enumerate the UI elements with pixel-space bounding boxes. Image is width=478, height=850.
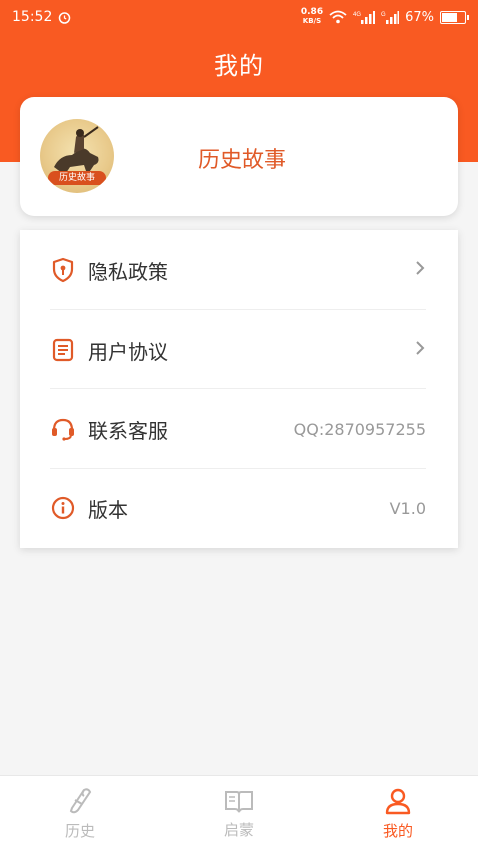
signal-4g-icon: 4G <box>353 11 376 24</box>
svg-text:G: G <box>381 12 386 18</box>
svg-text:4G: 4G <box>353 12 361 18</box>
tab-history[interactable]: 历史 <box>0 776 160 850</box>
wifi-icon <box>329 10 347 24</box>
bottom-tab-bar: 历史 启蒙 我的 <box>0 775 478 850</box>
version-value: V1.0 <box>389 498 426 518</box>
tab-enlightenment[interactable]: 启蒙 <box>159 776 319 850</box>
battery-percent: 67% <box>405 9 434 25</box>
chevron-right-icon <box>414 339 426 362</box>
document-icon <box>50 337 76 363</box>
menu-item-privacy-policy[interactable]: 隐私政策 <box>50 230 426 310</box>
menu-item-label: 联系客服 <box>88 418 168 443</box>
net-speed: 0.86 KB/S <box>300 7 324 26</box>
scroll-icon <box>69 788 92 814</box>
tab-mine[interactable]: 我的 <box>318 776 478 850</box>
info-icon <box>50 495 76 521</box>
menu-item-label: 用户协议 <box>88 339 168 364</box>
contact-qq-value: QQ:2870957255 <box>293 419 426 439</box>
menu-item-label: 隐私政策 <box>88 259 168 284</box>
shield-icon <box>50 257 76 283</box>
person-icon <box>385 788 411 815</box>
book-icon <box>225 791 253 813</box>
menu-item-version[interactable]: 版本 V1.0 <box>50 468 426 548</box>
signal-icon: G <box>381 11 400 24</box>
tab-label: 历史 <box>64 822 95 840</box>
tab-label: 启蒙 <box>223 821 254 839</box>
avatar-label: 历史故事 <box>48 171 106 185</box>
profile-card[interactable]: 历史故事 历史故事 <box>20 97 458 216</box>
menu-item-user-agreement[interactable]: 用户协议 <box>50 310 426 390</box>
status-bar: 15:52 0.86 KB/S 4G G 67% <box>0 0 478 34</box>
alarm-icon <box>59 11 71 24</box>
page-title: 我的 <box>214 52 264 80</box>
status-time: 15:52 <box>12 9 53 25</box>
tab-label: 我的 <box>382 822 413 840</box>
avatar[interactable]: 历史故事 <box>40 119 114 193</box>
profile-name: 历史故事 <box>198 148 287 173</box>
chevron-right-icon <box>414 259 426 282</box>
battery-icon <box>440 10 469 24</box>
menu-item-label: 版本 <box>88 497 128 522</box>
menu-card: 隐私政策 用户协议 联系客服 QQ:2870957255 版本 V1.0 <box>20 230 458 548</box>
headset-icon <box>50 416 76 442</box>
menu-item-contact-service[interactable]: 联系客服 QQ:2870957255 <box>50 389 426 469</box>
